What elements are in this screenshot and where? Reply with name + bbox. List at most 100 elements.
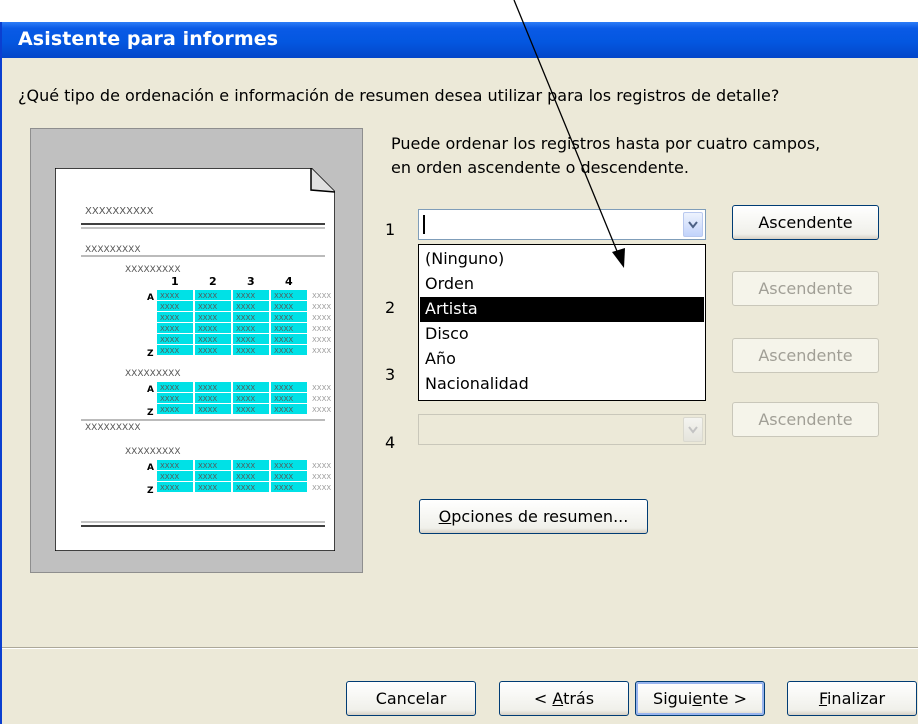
preview-cell-text: XXXX	[160, 303, 179, 311]
preview-cell-text: XXXX	[274, 325, 293, 333]
label-post: pciones de resumen...	[451, 507, 629, 526]
preview-cell-text: XXXX	[274, 347, 293, 355]
dropdown-option-ninguno[interactable]: (Ninguno)	[420, 247, 704, 272]
label-key: A	[552, 689, 564, 708]
finish-button[interactable]: Finalizar	[787, 681, 917, 716]
preview-cell-text: XXXX	[198, 484, 217, 492]
sort-az-icon: Z	[147, 349, 154, 359]
preview-cell-text: XXXX	[198, 462, 217, 470]
preview-column-number: 1	[171, 275, 179, 288]
label-post: nte >	[702, 689, 747, 708]
preview-cell-text: XXXX	[312, 484, 331, 492]
preview-cell-text: XXXX	[198, 473, 217, 481]
preview-cell-text: XXXX	[312, 336, 331, 344]
sort-order-1-button[interactable]: Ascendente	[732, 205, 879, 240]
report-wizard-window: Asistente para informes ¿Qué tipo de ord…	[0, 22, 918, 724]
sort-field-1-combo[interactable]	[418, 209, 706, 240]
preview-group-text: XXXXXXXXX	[125, 265, 181, 275]
preview-page-icon: XXXXXXXXXX XXXXXXXXX XXXXXXXXX 1 2 3 4 XXXX XXX…	[55, 168, 335, 551]
preview-cell-text: XXXX	[274, 473, 293, 481]
preview-cell-text: XXXX	[198, 292, 217, 300]
dropdown-option-nacionalidad[interactable]: Nacionalidad	[420, 372, 704, 397]
preview-cell-text: XXXX	[274, 462, 293, 470]
sort-az-icon: A	[147, 293, 154, 303]
cancel-button[interactable]: Cancelar	[346, 681, 476, 716]
preview-cell-text: XXXX	[160, 336, 179, 344]
preview-cell-text: XXXX	[236, 303, 255, 311]
sort-level-4-label: 4	[385, 433, 396, 452]
preview-cell-text: XXXX	[236, 325, 255, 333]
label-pre: Sigui	[653, 689, 693, 708]
preview-cell-text: XXXX	[236, 292, 255, 300]
preview-cell-text: XXXX	[198, 384, 217, 392]
preview-header-text: XXXXXXXXXX	[85, 206, 154, 217]
preview-cell-text: XXXX	[198, 325, 217, 333]
preview-cell-text: XXXX	[274, 314, 293, 322]
preview-cell-text: XXXX	[312, 303, 331, 311]
preview-cell-text: XXXX	[312, 314, 331, 322]
sort-az-icon: Z	[147, 408, 154, 418]
dropdown-option-artista[interactable]: Artista	[420, 297, 704, 322]
preview-cell-text: XXXX	[236, 395, 255, 403]
report-preview: XXXXXXXXXX XXXXXXXXX XXXXXXXXX 1 2 3 4 XXXX XXX…	[30, 128, 363, 573]
label-key: F	[818, 689, 827, 708]
summary-options-button[interactable]: Opciones de resumen...	[419, 499, 648, 534]
sort-az-icon: A	[147, 385, 154, 395]
preview-cell-text: XXXX	[312, 406, 331, 414]
dropdown-option-disco[interactable]: Disco	[420, 322, 704, 347]
preview-cell-text: XXXX	[160, 347, 179, 355]
dropdown-option-ano[interactable]: Año	[420, 347, 704, 372]
preview-cell-text: XXXX	[312, 384, 331, 392]
preview-cell-text: XXXX	[236, 314, 255, 322]
preview-cell-text: XXXX	[160, 325, 179, 333]
preview-group-text: XXXXXXXXX	[125, 369, 181, 379]
sort-level-1-label: 1	[385, 220, 396, 239]
sort-field-4-combo[interactable]	[418, 414, 706, 445]
sort-level-3-label: 3	[385, 365, 396, 384]
preview-cell-text: XXXX	[236, 347, 255, 355]
window-title: Asistente para informes	[18, 28, 279, 50]
preview-cell-text: XXXX	[198, 347, 217, 355]
label-post: trás	[563, 689, 595, 708]
preview-cell-text: XXXX	[236, 484, 255, 492]
next-button[interactable]: Siguiente >	[635, 681, 765, 716]
sort-field-1-dropdown-list[interactable]: (Ninguno) Orden Artista Disco Año Nacion…	[418, 244, 706, 401]
preview-cell-text: XXXX	[274, 384, 293, 392]
preview-cell-text: XXXX	[160, 473, 179, 481]
preview-cell-text: XXXX	[160, 384, 179, 392]
preview-cell-text: XXXX	[160, 406, 179, 414]
preview-cell-text: XXXX	[312, 462, 331, 470]
preview-cell-text: XXXX	[160, 484, 179, 492]
description-line-2: en orden ascendente o descendente.	[391, 158, 689, 177]
preview-cell-text: XXXX	[312, 395, 331, 403]
sort-az-icon: A	[147, 463, 154, 473]
preview-cell-text: XXXX	[198, 395, 217, 403]
label-pre: <	[533, 689, 553, 708]
label-key: O	[438, 507, 452, 526]
back-button[interactable]: < Atrás	[499, 681, 629, 716]
preview-cell-text: XXXX	[274, 406, 293, 414]
chevron-down-icon[interactable]	[683, 417, 703, 442]
preview-group-text: XXXXXXXXX	[85, 245, 141, 255]
preview-column-number: 3	[247, 275, 255, 288]
sort-order-3-button[interactable]: Ascendente	[732, 338, 879, 373]
preview-cell-text: XXXX	[236, 406, 255, 414]
preview-cell-text: XXXX	[274, 336, 293, 344]
dropdown-option-orden[interactable]: Orden	[420, 272, 704, 297]
sort-order-4-button[interactable]: Ascendente	[732, 402, 879, 437]
preview-cell-text: XXXX	[160, 462, 179, 470]
preview-cell-text: XXXX	[236, 336, 255, 344]
footer-divider	[2, 647, 918, 649]
preview-cell-text: XXXX	[274, 395, 293, 403]
preview-cell-text: XXXX	[198, 314, 217, 322]
preview-cell-text: XXXX	[274, 484, 293, 492]
sort-order-2-button[interactable]: Ascendente	[732, 271, 879, 306]
preview-column-number: 4	[285, 275, 293, 288]
chevron-down-icon[interactable]	[683, 212, 703, 237]
title-bar[interactable]: Asistente para informes	[2, 22, 918, 58]
preview-cell-text: XXXX	[198, 406, 217, 414]
label-key: e	[692, 689, 703, 708]
description-line-1: Puede ordenar los registros hasta por cu…	[391, 134, 821, 153]
preview-cell-text: XXXX	[160, 395, 179, 403]
preview-column-number: 2	[209, 275, 217, 288]
